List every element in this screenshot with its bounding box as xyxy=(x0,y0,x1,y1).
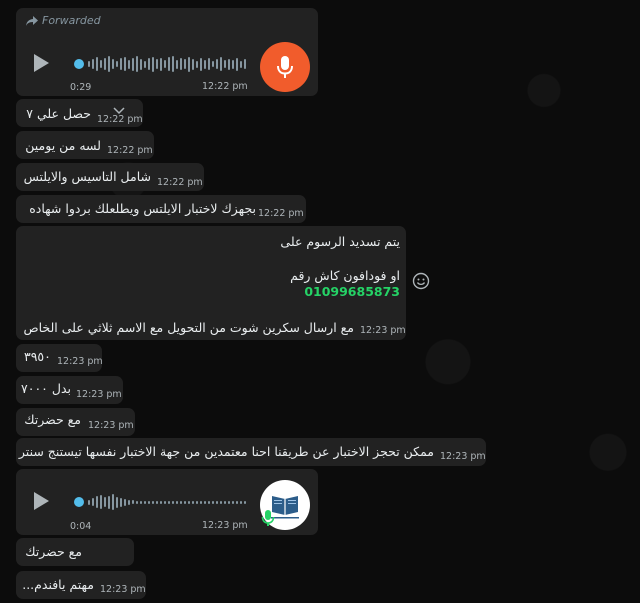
voice-duration: 0:29 xyxy=(70,82,92,93)
text-message[interactable]: شامل التاسيس والايلتس 12:22 pm xyxy=(16,163,204,191)
playback-position-dot[interactable] xyxy=(74,497,84,507)
playback-position-dot[interactable] xyxy=(74,59,84,69)
message-time: 12:23 pm xyxy=(360,325,406,336)
message-time: 12:23 pm xyxy=(202,520,248,531)
microphone-icon xyxy=(277,56,293,78)
forward-arrow-icon xyxy=(26,15,38,26)
message-time: 12:22 pm xyxy=(202,81,248,92)
message-time: 12:23 pm xyxy=(440,451,486,462)
phone-number-link[interactable]: 01099685873 xyxy=(304,284,400,299)
message-text: مع حضرتك xyxy=(25,544,82,559)
audio-waveform[interactable] xyxy=(88,56,246,72)
play-icon[interactable] xyxy=(34,54,49,72)
voice-message-forwarded[interactable]: Forwarded 0:29 12:22 pm xyxy=(16,8,318,96)
message-time: 12:22 pm xyxy=(157,177,203,188)
text-message[interactable]: لسه من يومين 12:22 pm xyxy=(16,131,154,159)
message-text: شامل التاسيس والايلتس xyxy=(23,169,151,184)
message-line-3: مع ارسال سكرين شوت من التحويل مع الاسم ث… xyxy=(23,320,354,335)
sender-avatar-mic xyxy=(260,42,310,92)
message-text: ممكن تحجز الاختبار عن طريقنا احنا معتمدي… xyxy=(18,444,434,459)
message-text: بدل ٧٠٠٠ xyxy=(21,381,71,396)
voice-message[interactable]: 0:04 12:23 pm xyxy=(16,469,318,535)
play-icon[interactable] xyxy=(34,492,49,510)
audio-waveform[interactable] xyxy=(88,494,246,510)
microphone-icon xyxy=(261,510,275,526)
message-text: ٣٩٥٠ xyxy=(24,349,51,364)
text-message[interactable]: ٣٩٥٠ 12:23 pm xyxy=(16,344,103,372)
message-time: 12:22 pm xyxy=(97,114,143,125)
text-message[interactable]: مع حضرتك 12:23 pm xyxy=(16,408,135,436)
emoji-icon[interactable] xyxy=(412,272,430,290)
text-message[interactable]: مهتم يافندم... 12:23 pm xyxy=(16,571,146,599)
message-time: 12:22 pm xyxy=(107,145,153,156)
message-text: بجهزك لاختبار الايلتس ويطلعلك بردوا شهاد… xyxy=(29,201,256,216)
message-text: حصل علي ٧ xyxy=(26,106,91,121)
message-line-2: او فودافون كاش رقم xyxy=(290,268,400,283)
message-time: 12:22 pm xyxy=(258,208,304,219)
text-message[interactable]: حصل علي ٧ 12:22 pm xyxy=(16,99,143,127)
message-time: 12:23 pm xyxy=(100,584,146,595)
text-message[interactable]: بجهزك لاختبار الايلتس ويطلعلك بردوا شهاد… xyxy=(16,195,306,223)
text-message[interactable]: ممكن تحجز الاختبار عن طريقنا احنا معتمدي… xyxy=(16,438,486,466)
voice-duration: 0:04 xyxy=(70,521,92,532)
message-time: 12:23 pm xyxy=(76,389,122,400)
text-message-payment-info[interactable]: يتم تسديد الرسوم على او فودافون كاش رقم … xyxy=(16,226,406,340)
text-message[interactable]: بدل ٧٠٠٠ 12:23 pm xyxy=(16,376,123,404)
message-text: مهتم يافندم... xyxy=(22,577,94,592)
message-text: مع حضرتك xyxy=(24,412,81,427)
message-text: لسه من يومين xyxy=(25,138,101,153)
message-line-1: يتم تسديد الرسوم على xyxy=(280,234,400,249)
text-message[interactable]: مع حضرتك xyxy=(16,538,134,566)
message-time: 12:23 pm xyxy=(57,356,103,367)
forwarded-label: Forwarded xyxy=(26,14,101,27)
message-time: 12:23 pm xyxy=(88,420,134,431)
